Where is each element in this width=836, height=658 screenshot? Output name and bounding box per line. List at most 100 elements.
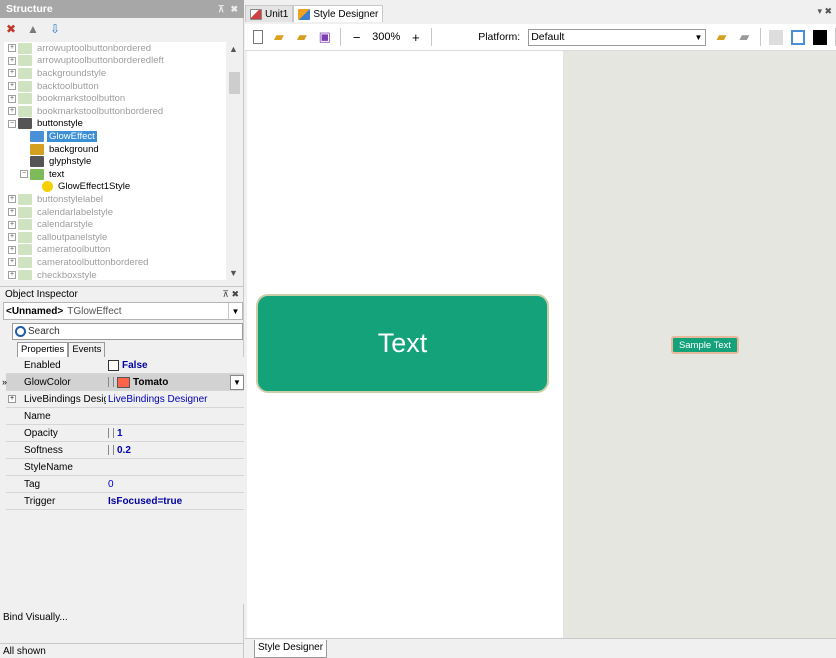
delete-node-icon[interactable]: ✖ <box>3 21 19 37</box>
save-icon[interactable]: ▣ <box>317 29 332 45</box>
tree-node[interactable]: +background <box>20 143 101 156</box>
scroll-thumb[interactable] <box>229 72 240 94</box>
tree-node[interactable]: + backtoolbutton <box>8 80 101 93</box>
scroll-up-icon[interactable]: ▲ <box>229 44 238 54</box>
expand-toggle-icon[interactable]: + <box>8 82 16 91</box>
move-down-icon[interactable]: ⇩ <box>47 21 63 37</box>
tree-node-label: glyphstyle <box>49 156 92 168</box>
style-designer-icon <box>298 8 311 20</box>
load-style-icon[interactable]: ▰ <box>294 29 309 45</box>
white-background-icon[interactable] <box>790 29 806 45</box>
tree-node[interactable]: + checkboxstyle <box>8 269 99 280</box>
tree-node[interactable]: +GlowEffect1Style <box>32 181 132 194</box>
zoom-in-icon[interactable]: + <box>408 29 423 45</box>
tab-menu-icon[interactable]: ▾ ✖ <box>817 6 832 17</box>
expand-toggle-icon[interactable]: + <box>8 233 16 242</box>
tree-scrollbar[interactable]: ▲ ▼ <box>226 42 242 280</box>
add-platform-icon[interactable]: ▰ <box>714 29 729 45</box>
object-selector[interactable]: <Unnamed> TGlowEffect ▼ <box>3 302 243 320</box>
expand-toggle-icon[interactable]: + <box>8 44 16 53</box>
tree-node[interactable]: + calloutpanelstyle <box>8 231 109 244</box>
expand-toggle-icon[interactable]: − <box>20 170 28 179</box>
tab-style-designer-bottom[interactable]: Style Designer <box>254 640 328 658</box>
property-row[interactable]: StyleName <box>6 459 244 476</box>
property-row[interactable]: Opacity 1 <box>6 425 244 442</box>
property-value[interactable]: False <box>106 359 244 371</box>
property-row[interactable]: Softness 0.2 <box>6 442 244 459</box>
tree-node[interactable]: +glyphstyle <box>20 155 93 168</box>
tree-node[interactable]: − buttonstyle <box>8 118 85 131</box>
zoom-out-icon[interactable]: − <box>349 29 364 45</box>
tree-node[interactable]: + cameratoolbutton <box>8 244 112 257</box>
tree-node-label: bookmarkstoolbuttonbordered <box>37 105 164 117</box>
tab-properties[interactable]: Properties <box>17 342 69 357</box>
tree-node[interactable]: + buttonstylelabel <box>8 193 105 206</box>
property-row[interactable]: Enabled False <box>6 357 244 374</box>
property-value[interactable]: Tomato ▼ <box>106 374 244 390</box>
preview-button-sample[interactable]: Sample Text <box>671 336 739 354</box>
tree-node[interactable]: +GlowEffect <box>20 130 97 143</box>
tree-node-label: calendarlabelstyle <box>37 206 114 218</box>
expand-toggle-icon[interactable]: + <box>8 195 16 204</box>
property-value[interactable]: 0.2 <box>106 445 244 456</box>
property-value-text: False <box>122 359 148 371</box>
tree-node[interactable]: + backgroundstyle <box>8 67 108 80</box>
property-value[interactable]: IsFocused=true <box>106 496 244 507</box>
property-value[interactable]: LiveBindings Designer <box>106 394 244 405</box>
tree-node[interactable]: + calendarlabelstyle <box>8 206 115 219</box>
style-node-icon <box>18 55 32 67</box>
property-row[interactable]: Name <box>6 408 244 425</box>
tab-unit1[interactable]: Unit1 <box>245 5 294 22</box>
chevron-down-icon[interactable]: ▼ <box>230 374 244 390</box>
bind-visually-link[interactable]: Bind Visually... <box>3 612 68 623</box>
search-input[interactable]: Search <box>12 323 243 340</box>
expand-toggle-icon[interactable]: + <box>8 69 16 78</box>
design-canvas[interactable]: Text <box>247 51 563 638</box>
expand-toggle-icon[interactable]: + <box>8 258 16 267</box>
remove-platform-icon[interactable]: ▰ <box>737 29 752 45</box>
scroll-down-icon[interactable]: ▼ <box>229 268 238 278</box>
tree-node[interactable]: + calendarstyle <box>8 218 95 231</box>
tree-node[interactable]: + arrowuptoolbuttonbordered <box>8 42 153 55</box>
move-up-icon[interactable]: ▲ <box>25 21 41 37</box>
property-row[interactable]: » GlowColor Tomato ▼ <box>2 374 244 391</box>
selected-object-name: <Unnamed> <box>6 305 64 317</box>
expand-toggle-icon[interactable]: − <box>8 119 16 128</box>
expand-toggle-icon[interactable]: + <box>8 220 16 229</box>
close-icon[interactable]: ✖ <box>230 4 238 15</box>
property-value-text: 0.2 <box>117 444 131 456</box>
expand-property-icon[interactable]: + <box>8 395 16 403</box>
chevron-down-icon[interactable]: ▼ <box>692 30 705 45</box>
chevron-down-icon[interactable]: ▼ <box>228 303 242 319</box>
expand-toggle-icon[interactable]: + <box>8 107 16 116</box>
platform-select[interactable]: Default ▼ <box>528 28 706 46</box>
enabled-checkbox[interactable] <box>108 359 119 371</box>
tree-node[interactable]: + arrowuptoolbuttonborderedleft <box>8 55 166 68</box>
tree-node[interactable]: + cameratoolbuttonbordered <box>8 256 150 269</box>
light-background-icon[interactable] <box>768 29 783 45</box>
property-value[interactable]: 1 <box>106 428 244 439</box>
open-folder-icon[interactable]: ▰ <box>271 29 286 45</box>
property-row[interactable]: + LiveBindings DesignerLiveBindings Desig… <box>6 391 244 408</box>
property-value[interactable]: 0 <box>106 479 244 490</box>
expand-toggle-icon[interactable]: + <box>8 245 16 254</box>
property-value-text: 1 <box>117 427 123 439</box>
tree-node[interactable]: + bookmarkstoolbutton <box>8 92 127 105</box>
property-row[interactable]: Tag 0 <box>6 476 244 493</box>
tree-node[interactable]: + bookmarkstoolbuttonbordered <box>8 105 165 118</box>
black-background-icon[interactable] <box>813 29 828 45</box>
pin-icon[interactable]: ⊼ <box>222 289 229 299</box>
new-file-icon[interactable] <box>253 30 264 44</box>
close-icon[interactable]: ✖ <box>231 289 239 299</box>
expand-toggle-icon[interactable]: + <box>8 94 16 103</box>
tab-events[interactable]: Events <box>68 342 106 357</box>
expand-toggle-icon[interactable]: + <box>8 56 16 65</box>
preview-button-large[interactable]: Text <box>256 294 549 393</box>
expand-toggle-icon[interactable]: + <box>8 208 16 217</box>
expand-toggle-icon[interactable]: + <box>8 271 16 280</box>
tab-style-designer[interactable]: Style Designer <box>293 5 384 22</box>
selected-object-type: TGlowEffect <box>67 305 122 317</box>
pin-icon[interactable]: ⊼ <box>218 4 225 15</box>
tree-node[interactable]: − text <box>20 168 66 181</box>
property-row[interactable]: Trigger IsFocused=true <box>6 493 244 510</box>
